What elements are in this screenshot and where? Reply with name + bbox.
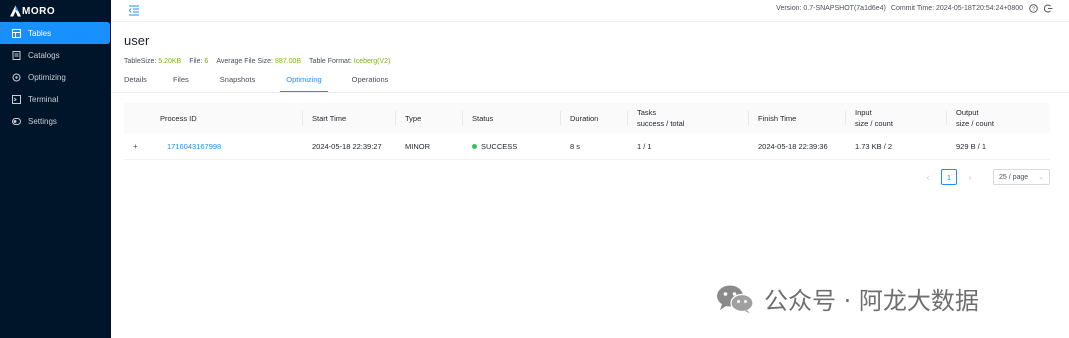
- finish-time-cell: 2024-05-18 22:39:36: [758, 141, 828, 151]
- tab-snapshots[interactable]: Snapshots: [220, 74, 255, 92]
- meta-file-count: File: 6: [189, 58, 208, 65]
- column-label: Input: [855, 108, 872, 117]
- watermark: 公众号 · 阿龙大数据: [716, 281, 979, 316]
- wechat-icon: [717, 285, 754, 313]
- status-text: SUCCESS: [481, 141, 518, 151]
- tasks-cell: 1 / 1: [637, 141, 652, 151]
- column-label: Process ID: [160, 113, 197, 123]
- meta-label: File:: [189, 58, 203, 65]
- status-dot-icon: [472, 143, 477, 149]
- column-label: Tasks: [637, 108, 657, 117]
- col-input: Input size / count: [846, 103, 947, 133]
- svg-text:?: ?: [1032, 6, 1035, 12]
- type-cell: MINOR: [405, 141, 430, 151]
- top-header: Version: 0.7-SNAPSHOT(7a1d6e4) Commit Ti…: [111, 0, 1069, 22]
- sidebar: MORO Tables Catalogs Optimizing Terminal: [0, 0, 111, 338]
- col-type: Type: [396, 103, 463, 133]
- status-cell: SUCCESS: [463, 133, 561, 159]
- tab-details[interactable]: Details: [124, 74, 147, 92]
- sidebar-item-terminal[interactable]: Terminal: [0, 88, 111, 110]
- watermark-text: 公众号 · 阿龙大数据: [764, 287, 979, 315]
- column-sublabel: size / count: [855, 119, 893, 128]
- output-cell: 929 B / 1: [956, 141, 987, 151]
- col-start-time: Start Time: [303, 103, 396, 133]
- row-expand-button[interactable]: +: [124, 133, 151, 159]
- sidebar-item-optimizing[interactable]: Optimizing: [0, 66, 111, 88]
- column-label: Duration: [570, 113, 599, 123]
- logo-mark-icon: [10, 5, 21, 17]
- commit-time-label: Commit Time: 2024-05-18T20:54:24+0800: [890, 5, 1023, 12]
- col-tasks: Tasks success / total: [628, 103, 749, 133]
- meta-avg-file-size: Average File Size: 887.00B: [216, 58, 301, 65]
- pagination: ‹ 1 › 25 / page ⌄: [917, 169, 1050, 185]
- column-label: Status: [472, 113, 494, 123]
- tab-files[interactable]: Files: [173, 74, 189, 92]
- page-size-select[interactable]: 25 / page ⌄: [993, 169, 1050, 185]
- column-label: Start Time: [312, 113, 347, 123]
- logo-text: MORO: [22, 5, 56, 17]
- meta-table-format: Table Format: Iceberg(V2): [309, 58, 390, 65]
- column-sublabel: success / total: [637, 119, 685, 128]
- table-header: Process ID Start Time Type Status Durati…: [124, 103, 1050, 133]
- terminal-icon: [12, 94, 21, 104]
- col-duration: Duration: [561, 103, 628, 133]
- sidebar-item-catalogs[interactable]: Catalogs: [0, 44, 111, 66]
- duration-cell: 8 s: [570, 141, 581, 151]
- sidebar-item-label: Settings: [28, 116, 57, 126]
- meta-label: TableSize:: [124, 58, 157, 65]
- meta-value: 5.20KB: [158, 58, 182, 65]
- sidebar-item-label: Optimizing: [28, 72, 66, 82]
- column-sublabel: size / count: [956, 119, 994, 128]
- sidebar-item-settings[interactable]: Settings: [0, 110, 111, 132]
- meta-value: 6: [204, 58, 209, 65]
- column-label: Output: [956, 108, 979, 117]
- tab-operations[interactable]: Operations: [352, 74, 389, 92]
- meta-value: Iceberg(V2): [353, 58, 391, 65]
- catalog-icon: [12, 50, 21, 60]
- process-id-link[interactable]: 1716043167998: [151, 133, 303, 159]
- col-output: Output size / count: [947, 103, 1050, 133]
- column-label: Type: [405, 113, 422, 123]
- menu-fold-icon[interactable]: [128, 4, 140, 16]
- meta-label: Average File Size:: [216, 58, 273, 65]
- start-time-cell: 2024-05-18 22:39:27: [312, 141, 382, 151]
- header-info: Version: 0.7-SNAPSHOT(7a1d6e4) Commit Ti…: [776, 4, 1053, 13]
- col-process-id: Process ID: [151, 103, 303, 133]
- page-size-value: 25 / page: [999, 173, 1029, 181]
- meta-label: Table Format:: [309, 58, 352, 65]
- logout-icon[interactable]: [1044, 4, 1053, 13]
- tab-optimizing[interactable]: Optimizing: [280, 74, 329, 92]
- meta-table-size: TableSize: 5.20KB: [124, 58, 181, 65]
- sidebar-item-label: Catalogs: [28, 50, 60, 60]
- sidebar-item-label: Tables: [28, 28, 52, 38]
- sidebar-item-tables[interactable]: Tables: [0, 22, 110, 44]
- help-icon[interactable]: ?: [1029, 4, 1038, 13]
- optimizing-table: Process ID Start Time Type Status Durati…: [124, 103, 1050, 160]
- prev-page-icon[interactable]: ‹: [921, 170, 935, 184]
- sidebar-item-label: Terminal: [28, 94, 59, 104]
- page-number[interactable]: 1: [941, 169, 957, 185]
- chevron-down-icon: ⌄: [1038, 174, 1044, 181]
- table-tabs: Details Files Snapshots Optimizing Opera…: [124, 74, 388, 92]
- settings-icon: [12, 117, 21, 126]
- version-label: Version: 0.7-SNAPSHOT(7a1d6e4): [776, 5, 886, 12]
- optimizing-icon: [12, 73, 21, 82]
- table-meta: TableSize: 5.20KB File: 6 Average File S…: [124, 58, 398, 65]
- page-title: user: [124, 33, 150, 48]
- table-icon: [12, 28, 21, 38]
- meta-value: 887.00B: [274, 58, 302, 65]
- table-row[interactable]: + 1716043167998 2024-05-18 22:39:27 MINO…: [124, 133, 1050, 160]
- next-page-icon[interactable]: ›: [963, 170, 977, 184]
- app-logo[interactable]: MORO: [10, 4, 55, 18]
- tabs-divider: [111, 92, 1069, 93]
- input-cell: 1.73 KB / 2: [855, 141, 893, 151]
- sidebar-nav: Tables Catalogs Optimizing Terminal Sett…: [0, 22, 111, 132]
- column-label: Finish Time: [758, 113, 797, 123]
- col-expand: [124, 103, 151, 133]
- col-finish-time: Finish Time: [749, 103, 846, 133]
- col-status: Status: [463, 103, 561, 133]
